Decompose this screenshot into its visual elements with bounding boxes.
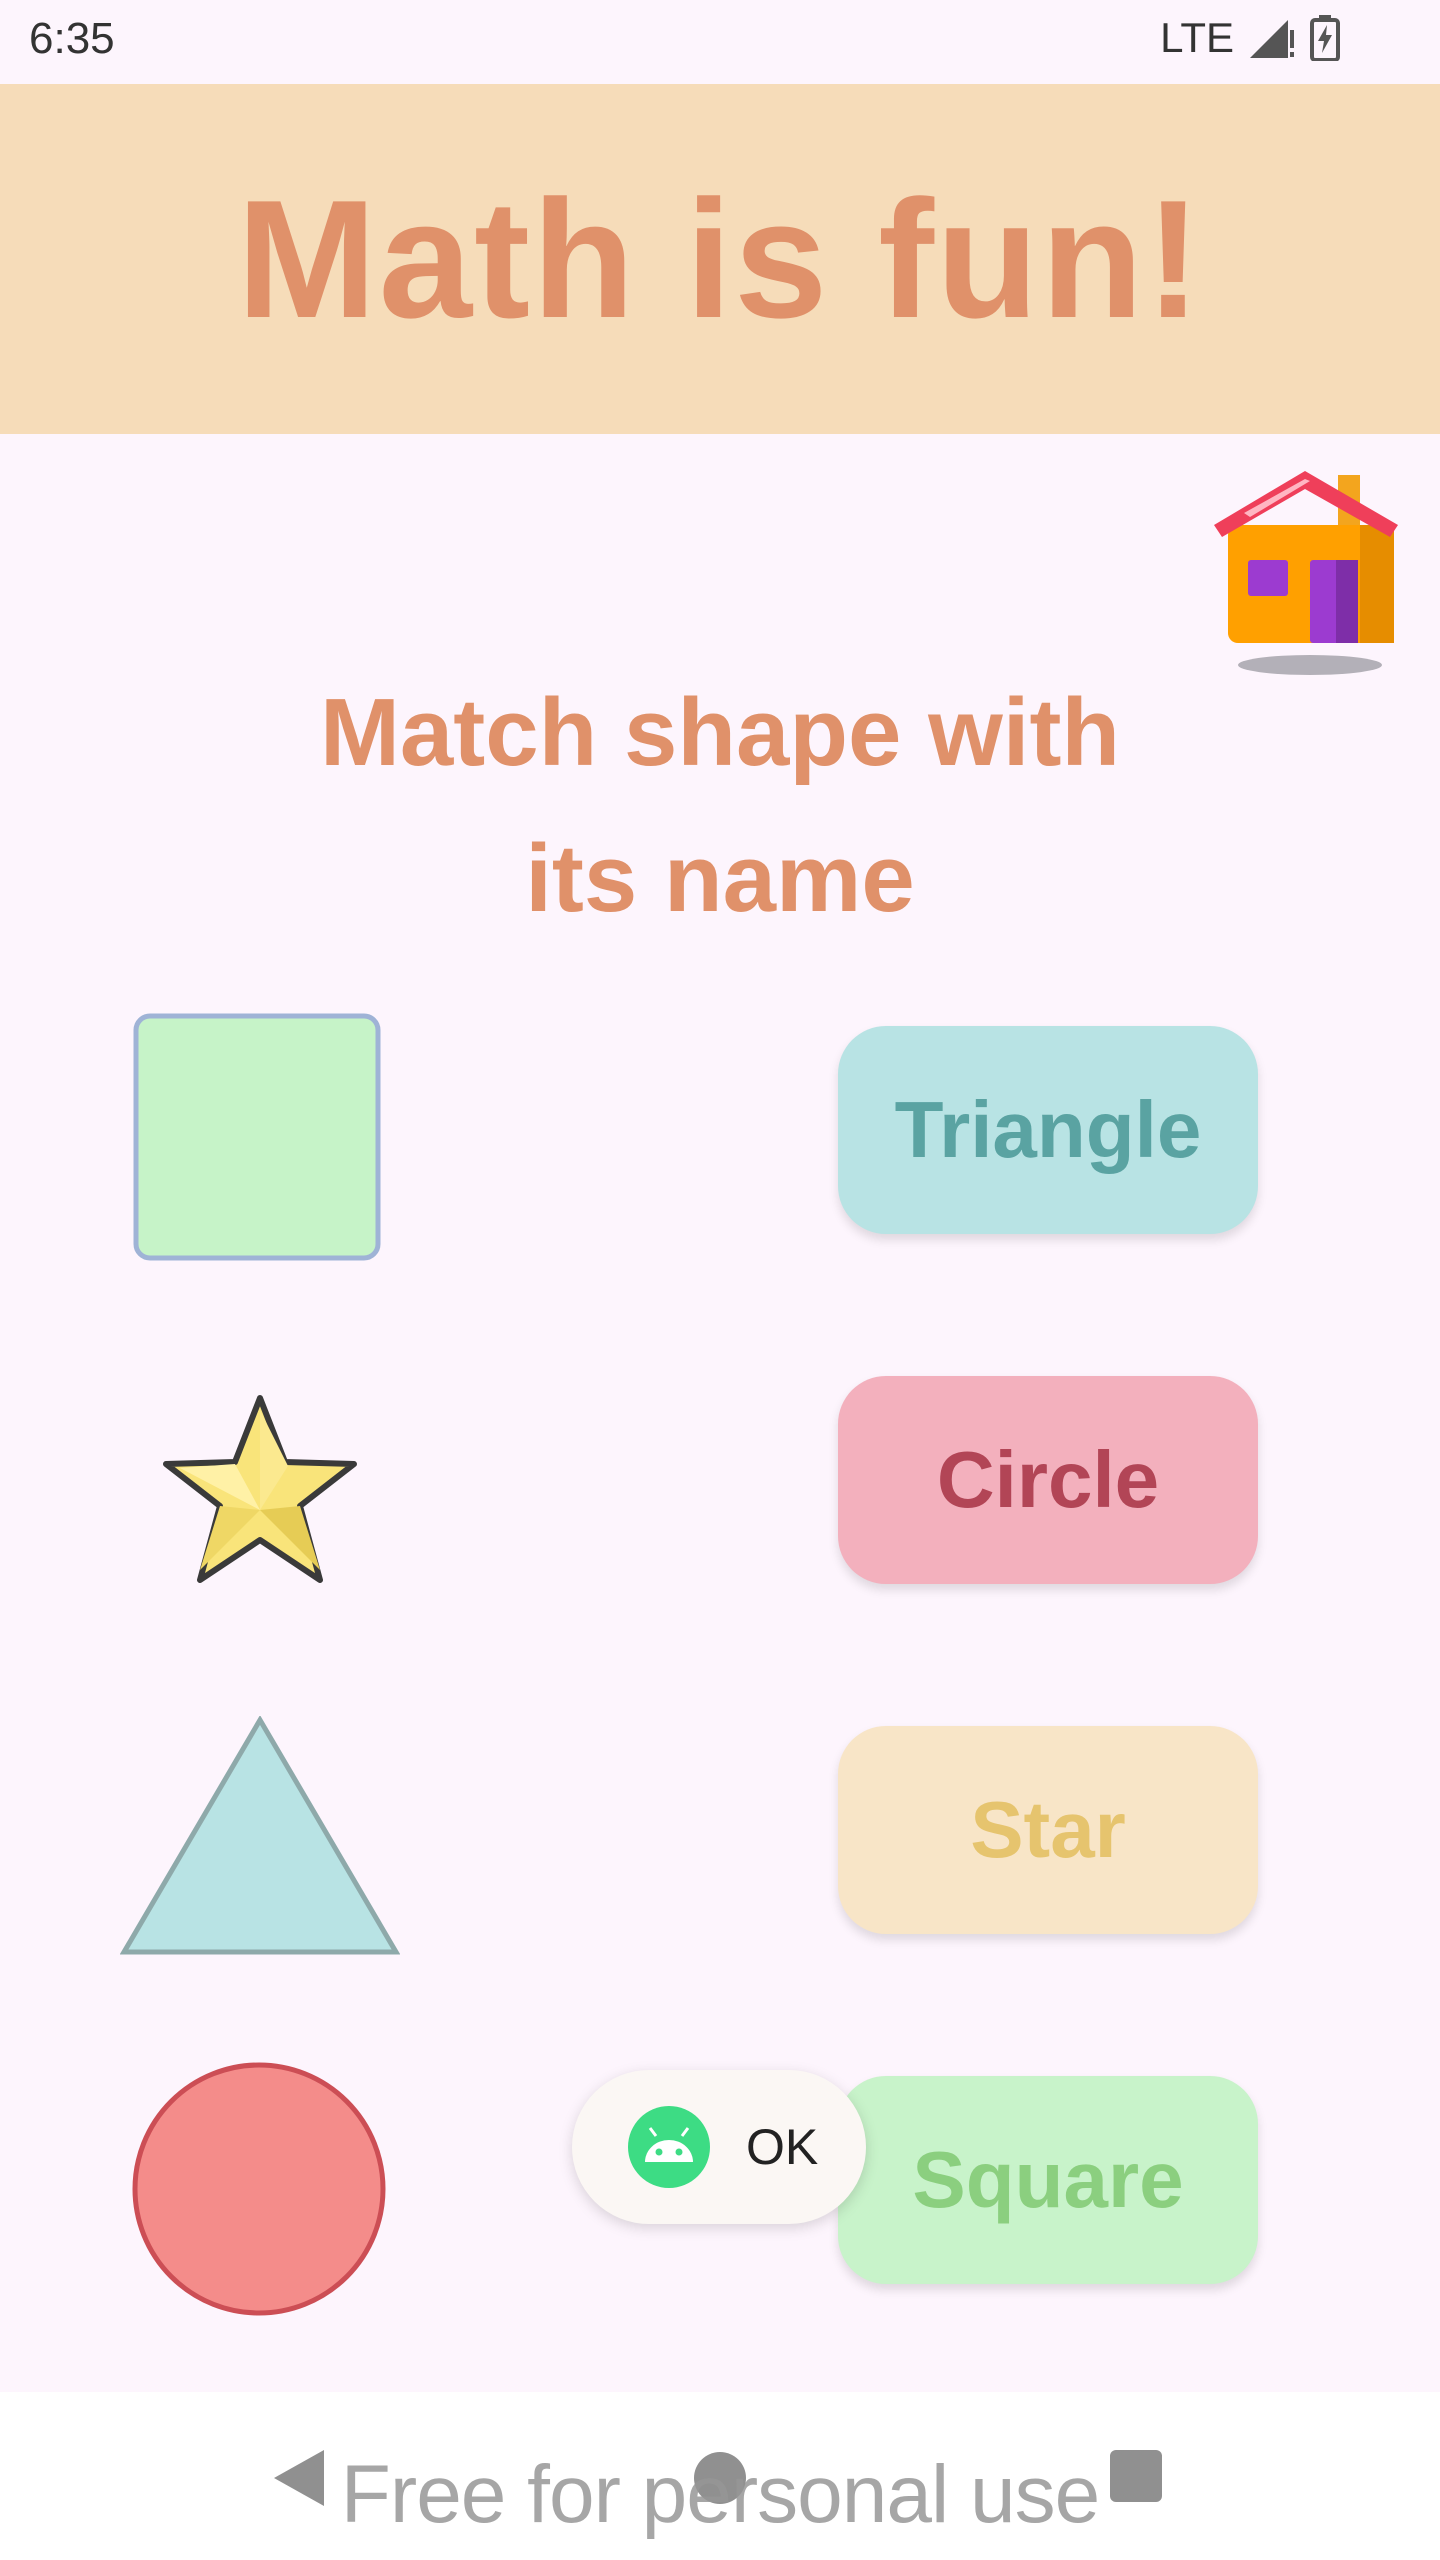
circle-shape[interactable] [130, 2060, 388, 2318]
status-time: 6:35 [29, 14, 115, 63]
network-type-label: LTE [1160, 14, 1234, 61]
status-bar: 6:35 LTE [0, 0, 1440, 84]
instruction-line-1: Match shape with [319, 679, 1121, 786]
instruction-text: Match shape with its name [220, 660, 1220, 952]
star-name-button[interactable]: Star [838, 1726, 1258, 1934]
signal-icon [1250, 20, 1294, 58]
square-shape[interactable] [132, 1012, 382, 1262]
status-icons: LTE [1160, 14, 1340, 62]
battery-charging-icon [1310, 15, 1340, 61]
house-icon [1214, 471, 1398, 675]
triangle-shape[interactable] [119, 1715, 401, 1956]
home-button[interactable] [1210, 465, 1400, 680]
star-shape[interactable] [160, 1392, 360, 1588]
toast-text: OK [746, 2119, 819, 2175]
app-header: Math is fun! [0, 84, 1440, 434]
circle-name-button[interactable]: Circle [838, 1376, 1258, 1584]
watermark-text: Free for personal use [340, 2449, 1100, 2540]
android-icon [628, 2106, 710, 2188]
square-name-button[interactable]: Square [838, 2076, 1258, 2284]
instruction-line-2: its name [525, 825, 915, 932]
toast-message: OK [572, 2070, 866, 2224]
triangle-name-button[interactable]: Triangle [838, 1026, 1258, 1234]
app-title: Math is fun! [236, 164, 1204, 353]
app-screen: 6:35 LTE Math is fun! Match shape with i… [0, 0, 1440, 2560]
